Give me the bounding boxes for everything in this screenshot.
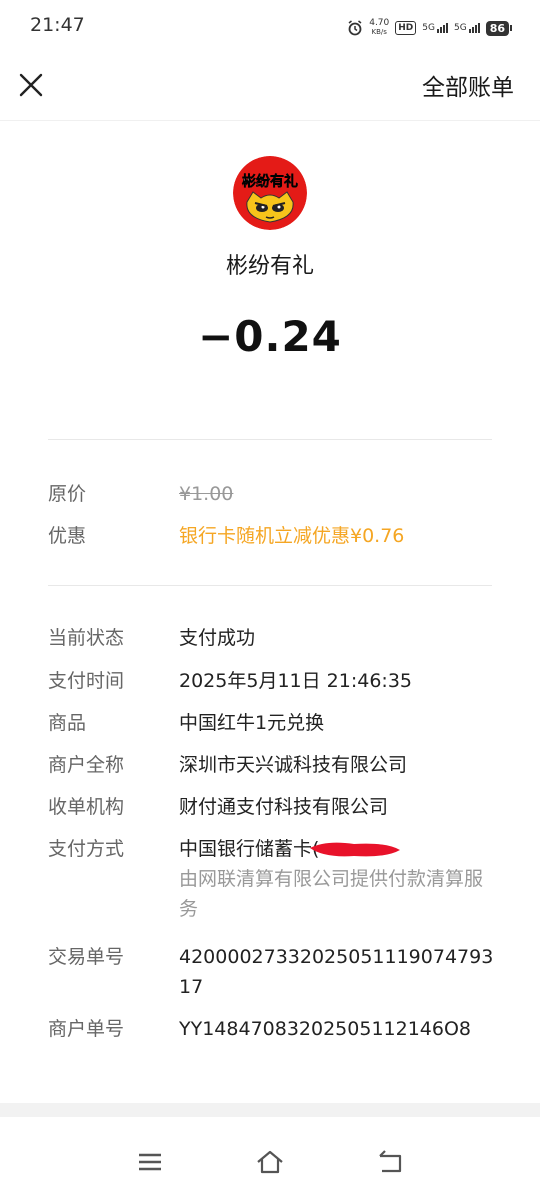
merchant-full-value[interactable]: 深圳市天兴诚科技有限公司 [179,750,499,780]
pay-method-card: 中国银行储蓄卡( [179,838,320,860]
merchant-no-label: 商户单号 [48,1018,125,1040]
pay-time-value: 2025年5月11日 21:46:35 [179,670,412,692]
original-price-value: ¥1.00 [179,483,234,505]
home-icon[interactable] [255,1147,285,1177]
close-icon[interactable] [14,68,48,102]
acquirer-value: 财付通支付科技有限公司 [179,796,389,818]
system-nav-bar [0,1117,540,1194]
avatar-image: 彬纷有礼 [233,156,307,230]
section-separator [0,1103,540,1117]
payment-amount: −0.24 [198,312,342,361]
status-value: 支付成功 [179,627,256,649]
acquirer-label: 收单机构 [48,796,125,818]
network-speed: 4.70 KB/s [369,18,390,37]
status-icons: 4.70 KB/s HD 5G 5G 86 [347,17,512,39]
pay-time-label: 支付时间 [48,670,125,692]
back-icon[interactable] [375,1147,405,1177]
original-price-label: 原价 [48,483,87,505]
merchant-full-label: 商户全称 [48,754,125,776]
all-bills-link[interactable]: 全部账单 [422,68,514,102]
redaction-mark [310,842,400,857]
transaction-no-label: 交易单号 [48,946,125,968]
header: 全部账单 [0,56,540,121]
product-label: 商品 [48,712,87,734]
alarm-icon [348,20,362,36]
menu-icon[interactable] [135,1147,165,1177]
divider [48,585,492,586]
discount-label: 优惠 [48,525,87,547]
avatar-text: 彬纷有礼 [242,173,298,190]
discount-value: 银行卡随机立减优惠¥0.76 [179,525,405,547]
pay-method-note: 由网联清算有限公司提供付款清算服务 [179,868,484,920]
merchant-avatar: 彬纷有礼 [233,156,307,230]
transaction-no-value[interactable]: 4200002733202505111907479317 [179,942,499,1002]
status-bar: 21:47 4.70 KB/s HD 5G 5G 86 [0,0,540,56]
signal-icon: 5G [454,23,480,33]
merchant-name: 彬纷有礼 [225,254,314,279]
signal-icon: 5G [422,23,448,33]
divider [48,439,492,440]
product-value: 中国红牛1元兑换 [179,712,325,734]
pay-method-label: 支付方式 [48,838,125,860]
status-label: 当前状态 [48,627,125,649]
status-time: 21:47 [30,14,85,36]
hd-icon: HD [395,21,417,35]
merchant-no-value[interactable]: YY14847083202505112146O8 [179,1014,499,1044]
battery-icon: 86 [485,20,509,36]
